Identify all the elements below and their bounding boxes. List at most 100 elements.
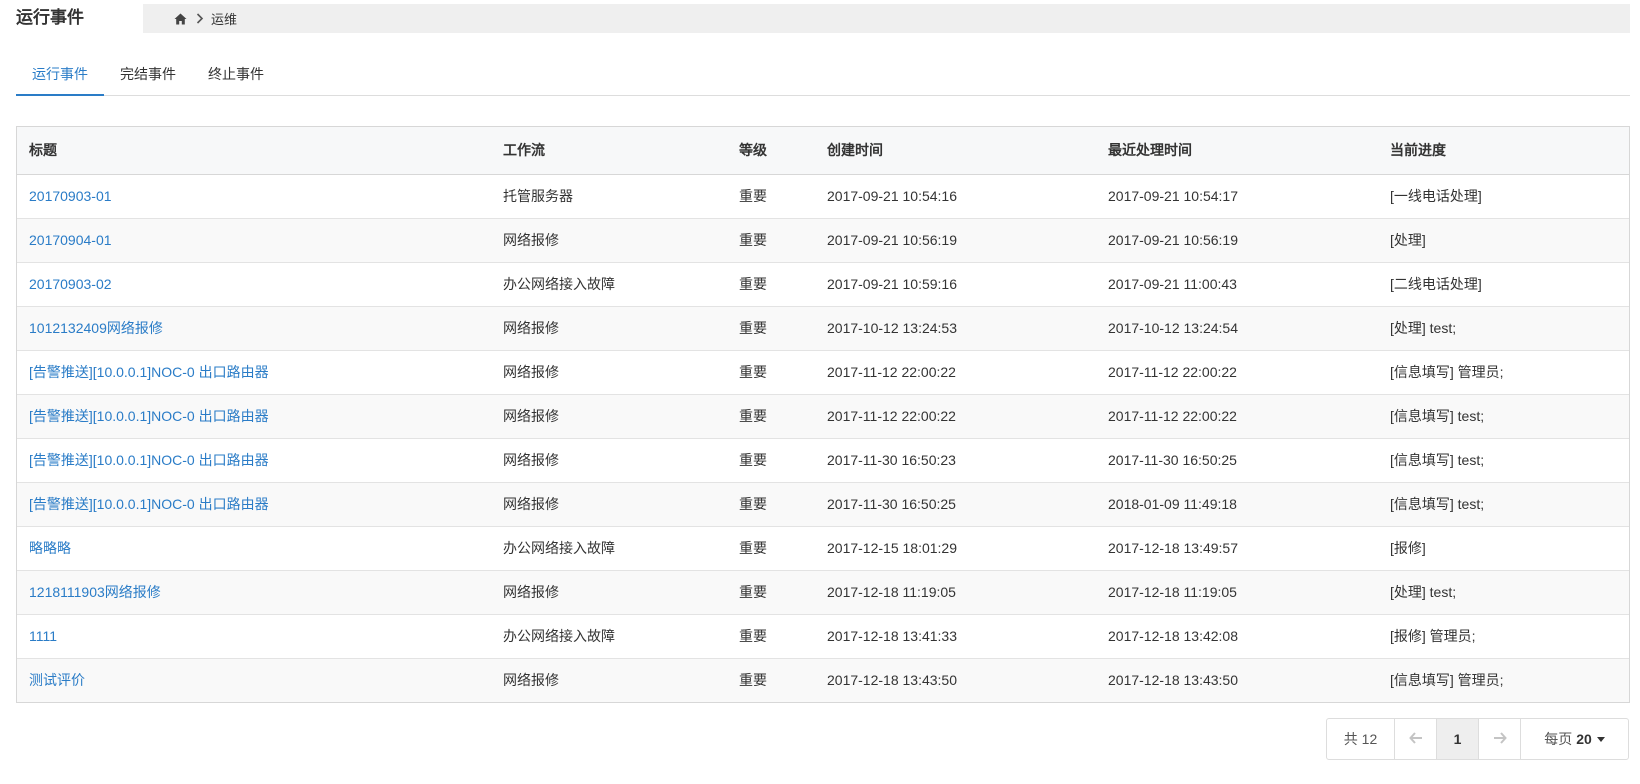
- tab-completed-events[interactable]: 完结事件: [104, 56, 192, 96]
- cell-progress: [报修]: [1390, 540, 1426, 556]
- event-title-link[interactable]: 1218111903网络报修: [29, 584, 161, 600]
- cell-workflow: 网络报修: [503, 408, 559, 424]
- event-tabs: 运行事件 完结事件 终止事件: [16, 56, 1630, 96]
- cell-progress: [信息填写] test;: [1390, 452, 1485, 468]
- cell-last-processed: 2017-12-18 11:19:05: [1108, 584, 1237, 600]
- pagination: 共 12 1 每页 20: [1326, 718, 1629, 760]
- cell-title: 1111: [17, 614, 491, 658]
- event-title-link[interactable]: 略略略: [29, 540, 71, 556]
- cell-workflow: 网络报修: [503, 320, 559, 336]
- table-row[interactable]: [告警推送][10.0.0.1]NOC-0 出口路由器 网络报修 重要 2017-11…: [17, 350, 1629, 394]
- cell-level: 重要: [739, 408, 767, 424]
- page-number-current[interactable]: 1: [1437, 719, 1479, 759]
- event-title-link[interactable]: [告警推送][10.0.0.1]NOC-0 出口路由器: [29, 496, 269, 512]
- cell-progress: [处理] test;: [1390, 584, 1457, 600]
- cell-title: [告警推送][10.0.0.1]NOC-0 出口路由器: [17, 482, 491, 526]
- cell-workflow: 网络报修: [503, 452, 559, 468]
- cell-last-processed: 2017-10-12 13:24:54: [1108, 320, 1238, 336]
- event-title-link[interactable]: 20170903-01: [29, 188, 112, 204]
- cell-workflow: 网络报修: [503, 364, 559, 380]
- cell-workflow: 办公网络接入故障: [503, 628, 615, 644]
- table-row[interactable]: 20170903-01 托管服务器 重要 2017-09-21 10:54:16 201…: [17, 174, 1629, 218]
- table-row[interactable]: 1111 办公网络接入故障 重要 2017-12-18 13:41:33 2017-12…: [17, 614, 1629, 658]
- cell-created: 2017-11-12 22:00:22: [827, 408, 956, 424]
- breadcrumb: 运维: [143, 4, 1630, 33]
- cell-progress: [信息填写] 管理员;: [1390, 364, 1504, 380]
- tab-running-events[interactable]: 运行事件: [16, 56, 104, 96]
- cell-last-processed: 2017-09-21 11:00:43: [1108, 276, 1237, 292]
- table-row[interactable]: [告警推送][10.0.0.1]NOC-0 出口路由器 网络报修 重要 2017-11…: [17, 482, 1629, 526]
- cell-progress: [处理]: [1390, 232, 1426, 248]
- cell-title: [告警推送][10.0.0.1]NOC-0 出口路由器: [17, 394, 491, 438]
- table-row[interactable]: 1218111903网络报修 网络报修 重要 2017-12-18 11:19:05 2…: [17, 570, 1629, 614]
- cell-title: 1218111903网络报修: [17, 570, 491, 614]
- event-title-link[interactable]: 1012132409网络报修: [29, 320, 163, 336]
- page-title: 运行事件: [16, 8, 84, 27]
- cell-level: 重要: [739, 452, 767, 468]
- event-title-link[interactable]: [告警推送][10.0.0.1]NOC-0 出口路由器: [29, 364, 269, 380]
- cell-progress: [二线电话处理]: [1390, 276, 1482, 292]
- page-size-dropdown[interactable]: 每页 20: [1521, 719, 1628, 759]
- breadcrumb-current[interactable]: 运维: [211, 9, 237, 28]
- events-table: 标题 工作流 等级 创建时间 最近处理时间 当前进度 20170903-01 托管…: [16, 126, 1630, 703]
- cell-workflow: 办公网络接入故障: [503, 540, 615, 556]
- event-title-link[interactable]: [告警推送][10.0.0.1]NOC-0 出口路由器: [29, 452, 269, 468]
- cell-progress: [处理] test;: [1390, 320, 1457, 336]
- tab-terminated-events[interactable]: 终止事件: [192, 56, 280, 96]
- cell-last-processed: 2017-12-18 13:43:50: [1108, 672, 1238, 689]
- cell-level: 重要: [739, 496, 767, 512]
- cell-workflow: 网络报修: [503, 496, 559, 512]
- prev-page-button[interactable]: [1395, 719, 1437, 759]
- event-title-link[interactable]: 测试评价: [29, 672, 85, 688]
- cell-created: 2017-09-21 10:54:16: [827, 188, 957, 204]
- cell-level: 重要: [739, 628, 767, 644]
- cell-workflow: 托管服务器: [503, 188, 573, 204]
- cell-last-processed: 2017-11-12 22:00:22: [1108, 408, 1237, 424]
- cell-created: 2017-11-30 16:50:25: [827, 496, 956, 512]
- cell-created: 2017-09-21 10:59:16: [827, 276, 957, 292]
- cell-created: 2017-12-15 18:01:29: [827, 540, 957, 556]
- cell-title: [告警推送][10.0.0.1]NOC-0 出口路由器: [17, 350, 491, 394]
- cell-last-processed: 2017-09-21 10:56:19: [1108, 232, 1238, 248]
- column-header-title[interactable]: 标题: [17, 127, 491, 175]
- cell-workflow: 网络报修: [503, 232, 559, 248]
- event-title-link[interactable]: [告警推送][10.0.0.1]NOC-0 出口路由器: [29, 408, 269, 424]
- cell-title: 20170903-01: [17, 174, 491, 218]
- table-row[interactable]: 略略略 办公网络接入故障 重要 2017-12-15 18:01:29 2017-12-…: [17, 526, 1629, 570]
- caret-down-icon: [1596, 736, 1605, 742]
- cell-workflow: 网络报修: [503, 584, 559, 600]
- table-row[interactable]: 测试评价 网络报修 重要 2017-12-18 13:43:50 2017-12-18 …: [17, 658, 1629, 702]
- cell-workflow: 网络报修: [503, 672, 559, 689]
- table-row[interactable]: [告警推送][10.0.0.1]NOC-0 出口路由器 网络报修 重要 2017-11…: [17, 394, 1629, 438]
- table-row[interactable]: 1012132409网络报修 网络报修 重要 2017-10-12 13:24:53 2…: [17, 306, 1629, 350]
- arrow-right-icon: [1493, 731, 1507, 747]
- event-title-link[interactable]: 1111: [29, 628, 57, 644]
- event-title-link[interactable]: 20170903-02: [29, 276, 112, 292]
- table-row[interactable]: [告警推送][10.0.0.1]NOC-0 出口路由器 网络报修 重要 2017-11…: [17, 438, 1629, 482]
- column-header-level[interactable]: 等级: [727, 127, 815, 175]
- column-header-workflow[interactable]: 工作流: [491, 127, 727, 175]
- table-header-row: 标题 工作流 等级 创建时间 最近处理时间 当前进度: [17, 127, 1629, 175]
- cell-progress: [信息填写] test;: [1390, 496, 1485, 512]
- total-count: 共 12: [1327, 719, 1395, 759]
- cell-title: 1012132409网络报修: [17, 306, 491, 350]
- cell-progress: [报修] 管理员;: [1390, 628, 1476, 644]
- cell-title: 测试评价: [17, 658, 491, 702]
- next-page-button[interactable]: [1479, 719, 1521, 759]
- cell-last-processed: 2017-12-18 13:42:08: [1108, 628, 1238, 644]
- column-header-progress[interactable]: 当前进度: [1378, 127, 1629, 175]
- cell-level: 重要: [739, 364, 767, 380]
- cell-level: 重要: [739, 584, 767, 600]
- table-row[interactable]: 20170903-02 办公网络接入故障 重要 2017-09-21 10:59:16…: [17, 262, 1629, 306]
- event-title-link[interactable]: 20170904-01: [29, 232, 112, 248]
- cell-last-processed: 2018-01-09 11:49:18: [1108, 496, 1237, 512]
- table-row[interactable]: 20170904-01 网络报修 重要 2017-09-21 10:56:19 2017…: [17, 218, 1629, 262]
- column-header-last-processed[interactable]: 最近处理时间: [1096, 127, 1378, 175]
- page-header: 运行事件 运维: [0, 0, 1640, 36]
- cell-created: 2017-12-18 11:19:05: [827, 584, 956, 600]
- cell-created: 2017-09-21 10:56:19: [827, 232, 957, 248]
- column-header-created[interactable]: 创建时间: [815, 127, 1096, 175]
- home-icon[interactable]: [173, 12, 187, 26]
- page-size-label: 每页: [1544, 731, 1573, 747]
- cell-title: [告警推送][10.0.0.1]NOC-0 出口路由器: [17, 438, 491, 482]
